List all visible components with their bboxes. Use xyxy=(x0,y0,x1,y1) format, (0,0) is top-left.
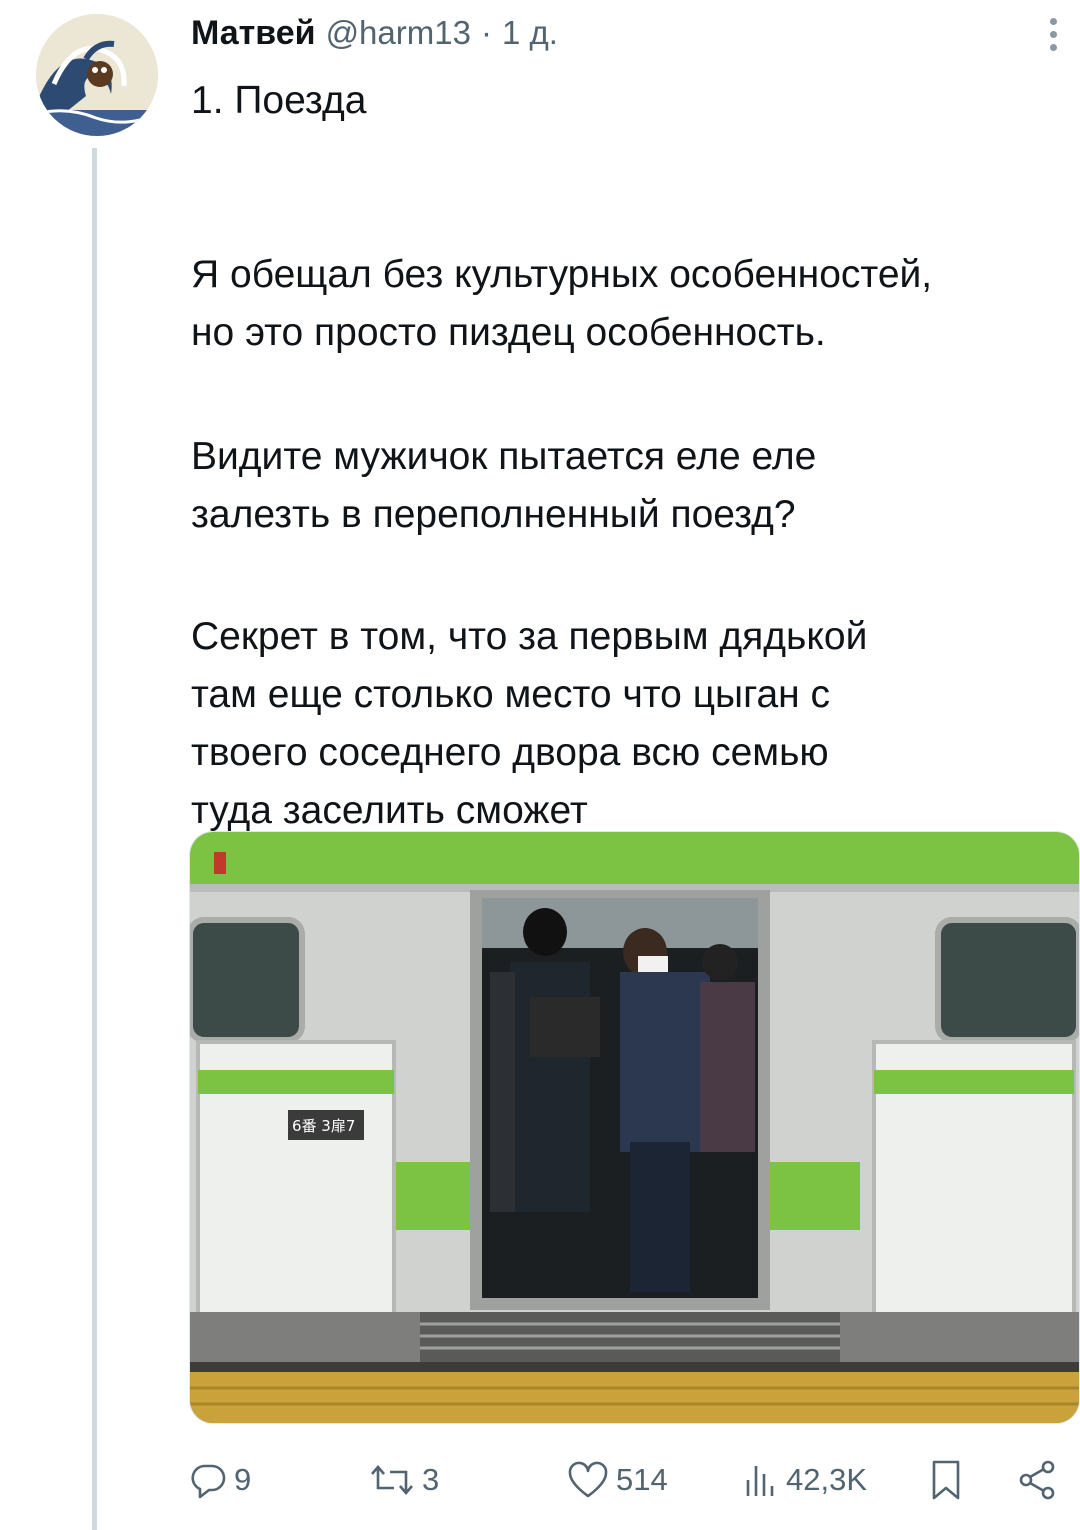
tweet-body: 1. Поезда Я обещал без культурных особен… xyxy=(191,72,1071,840)
paragraph-2: Я обещал без культурных особенностей, но… xyxy=(191,246,1071,362)
view-count: 42,3K xyxy=(786,1462,868,1497)
text-line: туда заселить сможет xyxy=(191,789,588,832)
text-line: 1. Поезда xyxy=(191,79,367,122)
share-button[interactable] xyxy=(1016,1452,1058,1508)
text-line: Я обещал без культурных особенностей, xyxy=(191,253,933,296)
great-wave-avatar-icon xyxy=(36,14,158,136)
platform-sign: 6番 3扉7 xyxy=(292,1117,355,1135)
heart-icon xyxy=(568,1461,608,1498)
retweet-icon xyxy=(371,1465,413,1495)
more-options-icon[interactable] xyxy=(1040,18,1066,58)
tweet-photo[interactable]: 6番 3扉7 xyxy=(189,831,1080,1424)
views-button[interactable]: 42,3K xyxy=(740,1452,867,1508)
crowded-train-photo-icon: 6番 3扉7 xyxy=(190,832,1079,1423)
like-count: 514 xyxy=(616,1462,668,1497)
thread-connector-line xyxy=(92,148,97,1530)
bookmark-icon xyxy=(932,1460,960,1500)
text-line: но это просто пиздец особенность. xyxy=(191,311,826,354)
text-line: Секрет в том, что за первым дядькой xyxy=(191,615,868,658)
bookmark-button[interactable] xyxy=(928,1452,964,1508)
paragraph-3: Видите мужичок пытается еле еле залезть … xyxy=(191,428,1071,544)
retweet-button[interactable]: 3 xyxy=(368,1452,439,1508)
author-name[interactable]: Матвей xyxy=(191,14,316,53)
reply-button[interactable]: 9 xyxy=(188,1452,251,1508)
like-button[interactable]: 514 xyxy=(566,1452,668,1508)
tweet-actions-bar: 9 3 514 42,3K xyxy=(188,1452,1068,1508)
text-line: Видите мужичок пытается еле еле xyxy=(191,435,817,478)
header-separator: · xyxy=(480,14,492,51)
paragraph-1: 1. Поезда xyxy=(191,72,1071,130)
paragraph-4: Секрет в том, что за первым дядькой там … xyxy=(191,608,1071,840)
retweet-count: 3 xyxy=(422,1462,440,1497)
reply-count: 9 xyxy=(234,1462,252,1497)
views-chart-icon xyxy=(746,1466,774,1496)
text-line: твоего соседнего двора всю семью xyxy=(191,731,829,774)
tweet-header: Матвей @harm13 · 1 д. xyxy=(191,14,558,66)
author-handle[interactable]: @harm13 xyxy=(326,14,471,52)
share-icon xyxy=(1019,1460,1055,1500)
author-avatar[interactable] xyxy=(36,14,158,136)
text-line: залезть в переполненный поезд? xyxy=(191,493,796,536)
reply-icon xyxy=(191,1464,226,1499)
text-line: там еще столько место что цыган с xyxy=(191,673,831,716)
tweet-age[interactable]: 1 д. xyxy=(502,14,558,52)
